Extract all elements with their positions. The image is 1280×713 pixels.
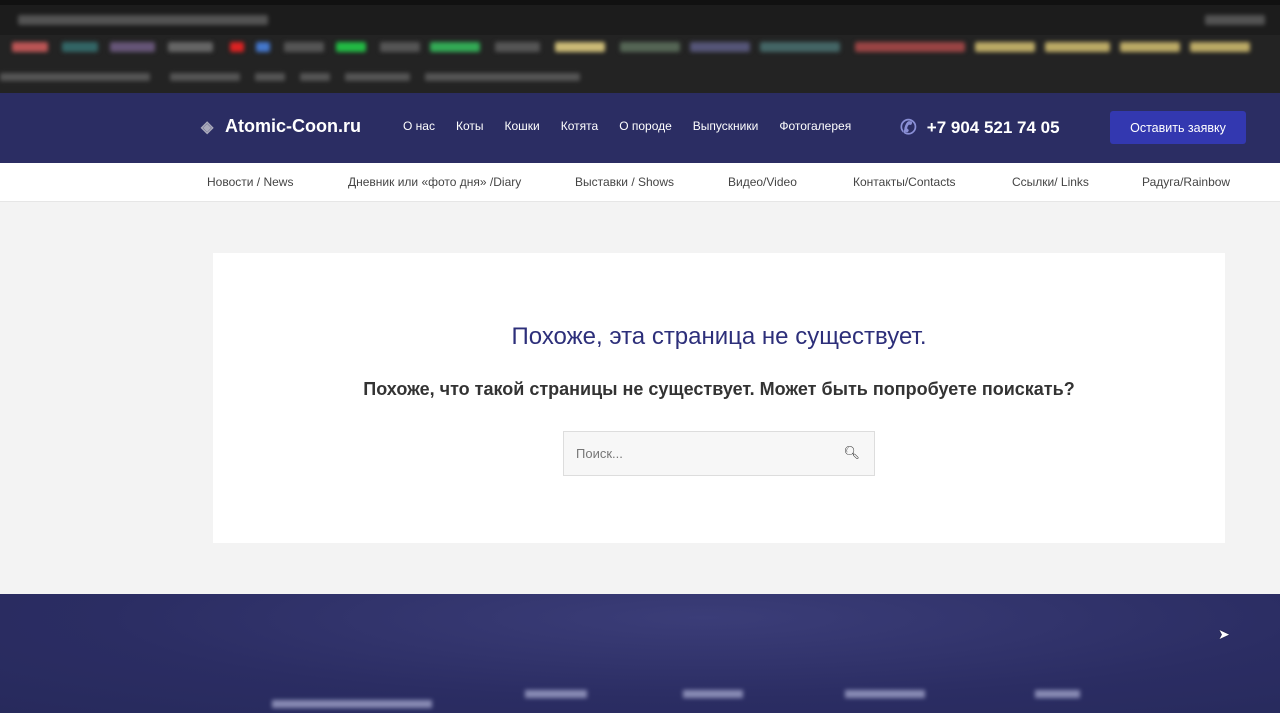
bookmark[interactable] (336, 42, 366, 52)
page-title: Похоже, эта страница не существует. (511, 323, 927, 350)
subnav-item-contacts[interactable]: Контакты/Contacts (853, 175, 956, 189)
subnav-item-links[interactable]: Ссылки/ Links (1012, 175, 1089, 189)
subnav-item-news[interactable]: Новости / News (207, 175, 293, 189)
phone-link[interactable]: ✆ +7 904 521 74 05 (900, 115, 1060, 140)
toolbar-item[interactable] (255, 73, 285, 81)
bookmark[interactable] (256, 42, 270, 52)
nav-item-females[interactable]: Кошки (505, 119, 540, 133)
bookmark[interactable] (1045, 42, 1110, 52)
search-icon[interactable]: 🔍︎ (843, 445, 860, 461)
nav-item-males[interactable]: Коты (456, 119, 484, 133)
bookmark[interactable] (690, 42, 750, 52)
bookmark[interactable] (1190, 42, 1250, 52)
logo-text: Atomic-Coon.ru (225, 116, 361, 136)
bookmark[interactable] (62, 42, 98, 52)
bookmark[interactable] (555, 42, 605, 52)
toolbar-item[interactable] (345, 73, 410, 81)
footer-column-heading (1035, 690, 1080, 698)
subnav-item-video[interactable]: Видео/Video (728, 175, 797, 189)
footer-column-heading (845, 690, 925, 698)
phone-number: +7 904 521 74 05 (926, 117, 1060, 137)
browser-tab-bar (0, 0, 1280, 35)
bookmark[interactable] (380, 42, 420, 52)
browser-tab-title[interactable] (18, 15, 268, 25)
bookmark[interactable] (284, 42, 324, 52)
bookmark[interactable] (230, 42, 244, 52)
bookmark[interactable] (1120, 42, 1180, 52)
nav-item-breed[interactable]: О породе (619, 119, 672, 133)
bookmark[interactable] (975, 42, 1035, 52)
browser-chrome (0, 0, 1280, 93)
secondary-nav: Новости / News Дневник или «фото дня» /D… (0, 163, 1280, 202)
browser-toolbar-icons[interactable] (1205, 15, 1265, 25)
nav-item-graduates[interactable]: Выпускники (693, 119, 759, 133)
footer-column-heading (683, 690, 743, 698)
subnav-item-diary[interactable]: Дневник или «фото дня» /Diary (348, 175, 521, 189)
mouse-cursor-icon: ➤ (1218, 626, 1230, 642)
leave-request-button[interactable]: Оставить заявку (1110, 111, 1246, 144)
toolbar-item[interactable] (0, 73, 150, 81)
footer-column-heading (525, 690, 587, 698)
site-footer (0, 594, 1280, 713)
main-nav: О нас Коты Кошки Котята О породе Выпускн… (403, 119, 872, 133)
footer-logo[interactable] (272, 700, 432, 708)
bookmark[interactable] (430, 42, 480, 52)
search-input[interactable] (564, 432, 824, 475)
bookmark[interactable] (168, 42, 213, 52)
toolbar-item[interactable] (300, 73, 330, 81)
bookmark[interactable] (495, 42, 540, 52)
nav-item-kittens[interactable]: Котята (561, 119, 598, 133)
phone-icon: ✆ (900, 117, 917, 139)
site-logo[interactable]: ◈ Atomic-Coon.ru (201, 116, 361, 137)
page-subtitle: Похоже, что такой страницы не существует… (363, 379, 1075, 399)
not-found-card: Похоже, эта страница не существует. Похо… (213, 253, 1225, 543)
nav-item-about[interactable]: О нас (403, 119, 435, 133)
subnav-item-shows[interactable]: Выставки / Shows (575, 175, 674, 189)
subnav-item-rainbow[interactable]: Радуга/Rainbow (1142, 175, 1230, 189)
nav-item-gallery[interactable]: Фотогалерея (779, 119, 851, 133)
bookmark[interactable] (760, 42, 840, 52)
toolbar-item[interactable] (425, 73, 580, 81)
bookmark[interactable] (855, 42, 965, 52)
toolbar-item[interactable] (170, 73, 240, 81)
bookmark[interactable] (620, 42, 680, 52)
bookmark[interactable] (110, 42, 155, 52)
raccoon-cat-logo-icon: ◈ (201, 118, 214, 136)
bookmark[interactable] (12, 42, 48, 52)
site-header: ◈ Atomic-Coon.ru О нас Коты Кошки Котята… (0, 93, 1280, 163)
search-form: 🔍︎ (563, 431, 875, 476)
